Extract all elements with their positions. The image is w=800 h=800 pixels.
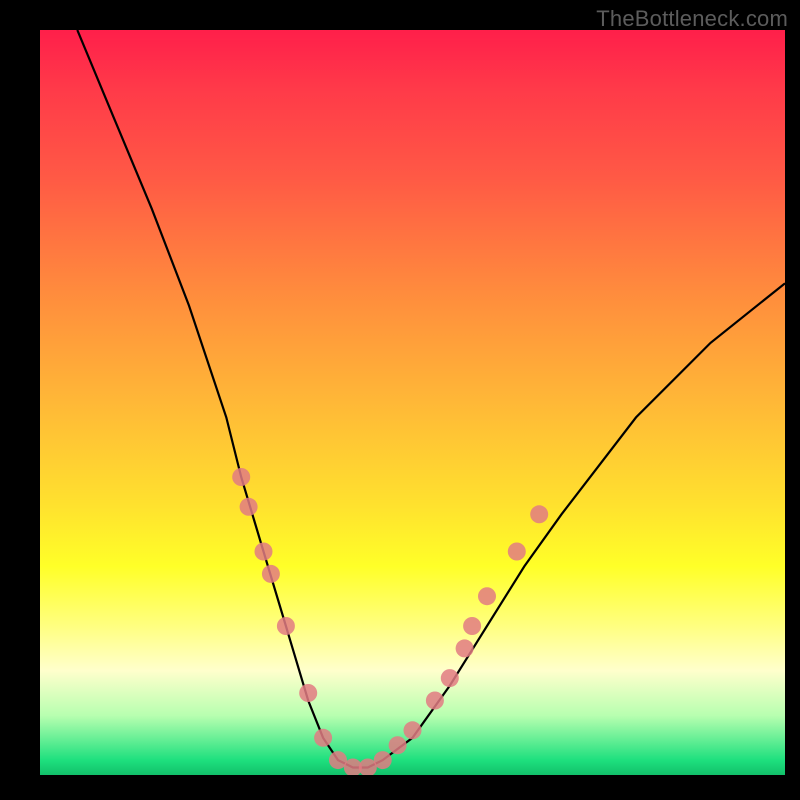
curve-marker xyxy=(389,736,407,754)
curve-marker xyxy=(299,684,317,702)
chart-frame: TheBottleneck.com xyxy=(0,0,800,800)
curve-marker xyxy=(255,543,273,561)
curve-marker xyxy=(508,543,526,561)
curve-marker xyxy=(314,729,332,747)
curve-marker xyxy=(359,759,377,776)
chart-plot-area xyxy=(40,30,785,775)
curve-marker xyxy=(344,759,362,776)
bottleneck-curve xyxy=(40,30,785,775)
curve-marker xyxy=(329,751,347,769)
curve-marker xyxy=(478,587,496,605)
curve-marker xyxy=(426,692,444,710)
watermark-text: TheBottleneck.com xyxy=(596,6,788,32)
curve-markers xyxy=(232,468,548,775)
curve-marker xyxy=(240,498,258,516)
curve-marker xyxy=(404,721,422,739)
curve-marker xyxy=(456,639,474,657)
curve-marker xyxy=(262,565,280,583)
curve-marker xyxy=(441,669,459,687)
curve-marker xyxy=(277,617,295,635)
curve-marker xyxy=(530,505,548,523)
curve-marker xyxy=(463,617,481,635)
curve-marker xyxy=(374,751,392,769)
curve-marker xyxy=(232,468,250,486)
curve-line xyxy=(77,30,785,768)
